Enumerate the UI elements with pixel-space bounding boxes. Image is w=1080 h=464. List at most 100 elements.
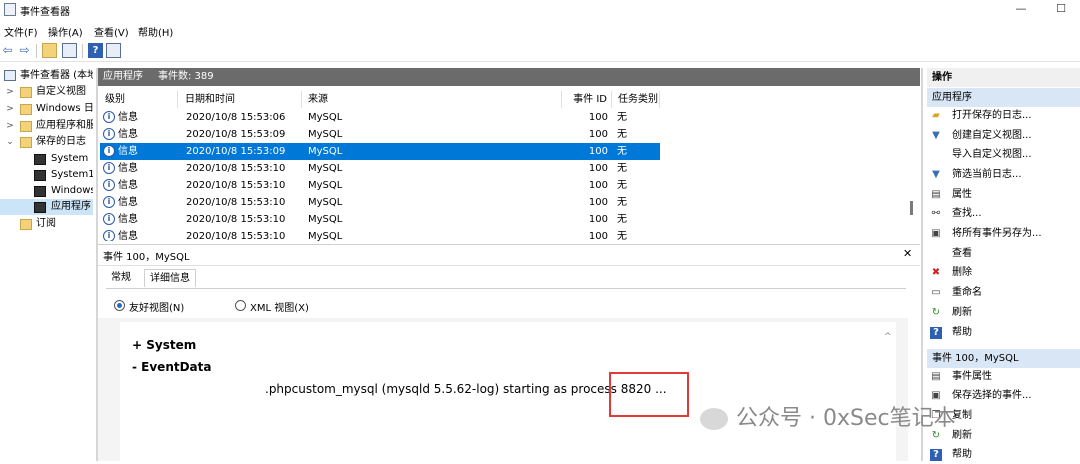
column-task-category[interactable]: 任务类别: [614, 91, 660, 108]
help-icon[interactable]: ?: [88, 43, 103, 58]
event-id-cell: 100: [588, 112, 608, 123]
source-cell: MySQL: [308, 112, 343, 123]
event-id-cell: 100: [588, 197, 608, 208]
column-source[interactable]: 来源: [304, 91, 562, 108]
source-cell: MySQL: [308, 231, 343, 241]
action-label: 删除: [952, 267, 972, 278]
rename-icon: ▭: [931, 287, 941, 298]
event-message: .phpcustom_mysql (mysqld 5.5.62-log) sta…: [265, 382, 667, 396]
tree-item-windows-logs[interactable]: > Windows 日: [0, 101, 93, 117]
action-item[interactable]: 导入自定义视图...: [930, 146, 1080, 164]
action-item[interactable]: ▤ 事件属性: [930, 368, 1080, 386]
action-item[interactable]: ? 帮助: [930, 324, 1080, 342]
up-folder-icon[interactable]: [42, 43, 57, 58]
tab-general[interactable]: 常规: [106, 269, 136, 287]
tree-item-system1[interactable]: System1: [0, 167, 93, 183]
tab-details[interactable]: 详细信息: [144, 269, 196, 287]
highlight-box: [609, 372, 689, 417]
table-row[interactable]: i 信息 2020/10/8 15:53:10 MySQL 100 无: [100, 177, 660, 194]
chevron-down-icon[interactable]: ⌄: [6, 134, 14, 150]
source-cell: MySQL: [308, 180, 343, 191]
action-label: 打开保存的日志...: [952, 110, 1032, 121]
tree-item-application[interactable]: 应用程序: [0, 199, 93, 215]
log-file-icon: [34, 202, 46, 213]
table-row[interactable]: i 信息 2020/10/8 15:53:09 MySQL 100 无: [100, 143, 660, 160]
tree-item-custom-views[interactable]: > 自定义视图: [0, 84, 93, 100]
tree-item-windows[interactable]: Windows: [0, 183, 93, 199]
action-item[interactable]: ▼ 创建自定义视图...: [930, 127, 1080, 145]
action-label: 导入自定义视图...: [952, 149, 1032, 160]
menu-action[interactable]: 操作(A): [48, 24, 83, 39]
show-hide-action-pane-icon[interactable]: [106, 43, 121, 58]
table-row[interactable]: i 信息 2020/10/8 15:53:10 MySQL 100 无: [100, 228, 660, 241]
actions-section-application[interactable]: 应用程序: [927, 88, 1080, 107]
action-item[interactable]: ⚯ 查找...: [930, 205, 1080, 223]
column-level[interactable]: 级别: [100, 91, 178, 108]
back-icon[interactable]: ⇦: [0, 43, 15, 58]
tree-item-subscriptions[interactable]: 订阅: [0, 216, 93, 232]
tree-item-saved-logs[interactable]: ⌄ 保存的日志: [0, 134, 93, 150]
category-cell: 无: [617, 180, 627, 191]
level-cell: 信息: [118, 180, 138, 191]
save-icon: ▣: [931, 228, 941, 239]
action-item[interactable]: ? 帮助: [930, 446, 1080, 464]
column-datetime[interactable]: 日期和时间: [180, 91, 302, 108]
source-cell: MySQL: [308, 214, 343, 225]
chevron-right-icon[interactable]: >: [6, 101, 14, 117]
action-item[interactable]: 查看: [930, 245, 1080, 263]
properties-icon: ▤: [931, 189, 941, 200]
table-row[interactable]: i 信息 2020/10/8 15:53:06 MySQL 100 无: [100, 109, 660, 126]
wechat-logo-icon: [700, 408, 728, 430]
category-cell: 无: [617, 129, 627, 140]
level-cell: 信息: [118, 231, 138, 241]
scroll-up-icon[interactable]: ^: [884, 332, 892, 342]
category-cell: 无: [617, 163, 627, 174]
show-hide-tree-icon[interactable]: [62, 43, 77, 58]
event-detail-title: 事件 100，MySQL: [103, 252, 190, 263]
table-row[interactable]: i 信息 2020/10/8 15:53:10 MySQL 100 无: [100, 194, 660, 211]
info-icon: i: [103, 179, 115, 191]
maximize-button[interactable]: ☐: [1054, 2, 1068, 16]
eventdata-node[interactable]: - EventData: [132, 360, 212, 374]
source-cell: MySQL: [308, 163, 343, 174]
info-icon: i: [103, 111, 115, 123]
folder-icon: [20, 137, 32, 148]
navigation-tree: 事件查看器 (本地 > 自定义视图 > Windows 日 > 应用程序和服 ⌄…: [0, 68, 96, 461]
event-viewer-app-icon: [4, 3, 16, 16]
chevron-right-icon[interactable]: >: [6, 84, 14, 100]
grid-scrollbar-thumb[interactable]: [910, 201, 913, 215]
action-item[interactable]: ▭ 重命名: [930, 284, 1080, 302]
action-label: 帮助: [952, 327, 972, 338]
minimize-button[interactable]: —: [1014, 2, 1028, 16]
column-event-id[interactable]: 事件 ID: [564, 91, 612, 108]
datetime-cell: 2020/10/8 15:53:10: [186, 163, 286, 174]
action-label: 帮助: [952, 449, 972, 460]
chevron-right-icon[interactable]: >: [6, 118, 14, 134]
system-node[interactable]: + System: [132, 338, 196, 352]
menu-view[interactable]: 查看(V): [94, 24, 129, 39]
action-item[interactable]: ▰ 打开保存的日志...: [930, 107, 1080, 125]
menu-help[interactable]: 帮助(H): [138, 24, 173, 39]
event-id-cell: 100: [588, 231, 608, 241]
category-cell: 无: [617, 197, 627, 208]
tree-item-root[interactable]: 事件查看器 (本地: [0, 68, 93, 84]
action-label: 查找...: [952, 208, 982, 219]
tree-item-app-service-logs[interactable]: > 应用程序和服: [0, 118, 93, 134]
forward-icon[interactable]: ⇨: [17, 43, 32, 58]
datetime-cell: 2020/10/8 15:53:09: [186, 129, 286, 140]
action-item[interactable]: ▣ 将所有事件另存为...: [930, 225, 1080, 243]
action-item[interactable]: ▼ 筛选当前日志...: [930, 166, 1080, 184]
action-item[interactable]: ↻ 刷新: [930, 304, 1080, 322]
table-row[interactable]: i 信息 2020/10/8 15:53:10 MySQL 100 无: [100, 211, 660, 228]
event-id-cell: 100: [588, 163, 608, 174]
tree-item-system[interactable]: System: [0, 151, 93, 167]
table-row[interactable]: i 信息 2020/10/8 15:53:09 MySQL 100 无: [100, 126, 660, 143]
action-item[interactable]: ✖ 删除: [930, 264, 1080, 282]
xml-view-radio[interactable]: [235, 300, 246, 311]
table-row[interactable]: i 信息 2020/10/8 15:53:10 MySQL 100 无: [100, 160, 660, 177]
menu-file[interactable]: 文件(F): [4, 24, 38, 39]
close-icon[interactable]: ✕: [903, 247, 912, 260]
actions-section-event[interactable]: 事件 100，MySQL: [927, 349, 1080, 368]
friendly-view-radio[interactable]: [114, 300, 125, 311]
action-item[interactable]: ▤ 属性: [930, 186, 1080, 204]
